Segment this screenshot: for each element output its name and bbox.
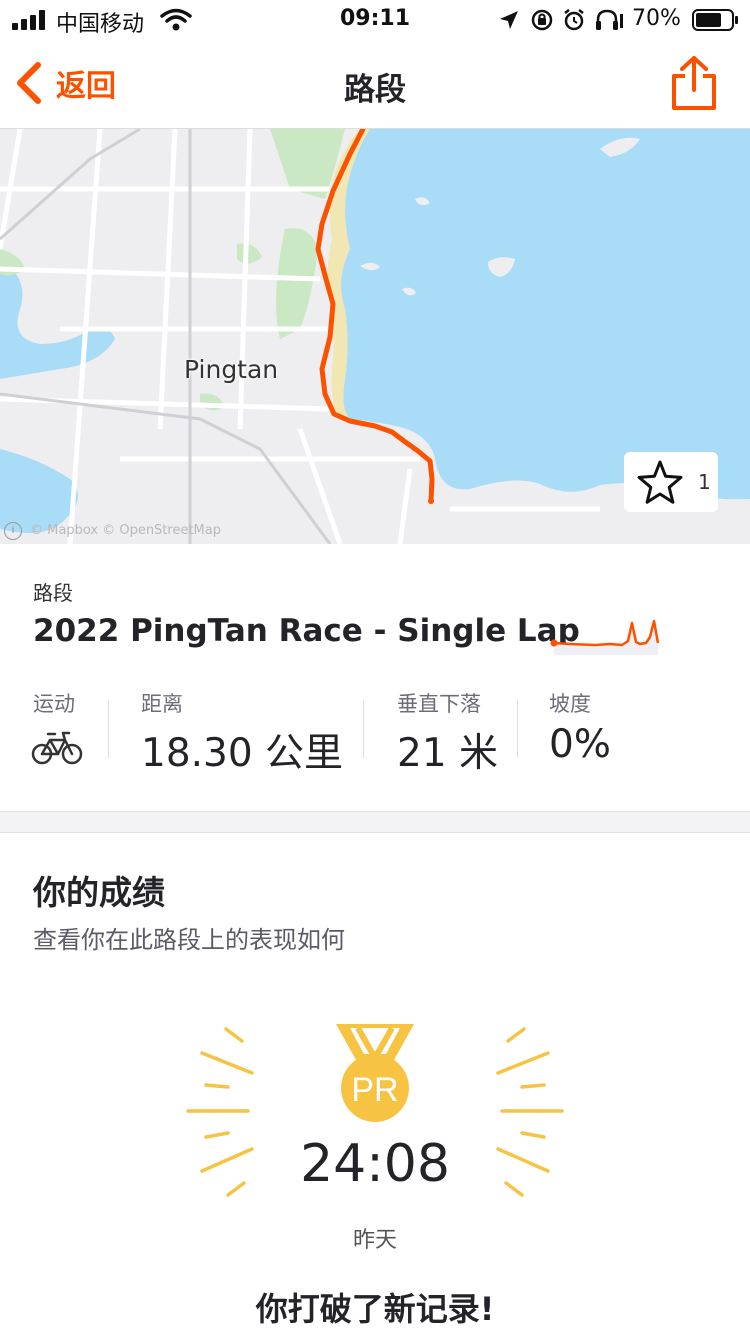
page-title: 路段 [344, 72, 406, 108]
star-icon [637, 460, 683, 504]
segment-map[interactable]: Pingtan i © Mapbox © OpenStreetMap 1 [0, 129, 750, 544]
elevation-profile [550, 619, 660, 655]
stat-sport-label: 运动 [33, 692, 75, 716]
star-count: 1 [698, 470, 711, 494]
stat-divider [517, 700, 518, 758]
results-title: 你的成绩 [33, 873, 165, 912]
stat-grade-label: 坡度 [549, 692, 591, 716]
stat-divider [108, 700, 109, 758]
pr-date: 昨天 [352, 1228, 397, 1253]
share-icon[interactable] [668, 54, 720, 112]
status-bar: 中国移动 09:11 70% [0, 0, 750, 40]
bike-icon [31, 731, 83, 765]
battery-percentage: 70% [632, 6, 681, 31]
star-segment-button[interactable]: 1 [624, 452, 718, 512]
alarm-icon [564, 9, 584, 31]
navigation-bar: 返回 路段 [0, 40, 750, 129]
pr-medal-icon: PR [336, 1024, 414, 1122]
stat-elevation-value: 21 米 [397, 731, 499, 776]
pr-message: 你打破了新记录! [255, 1290, 495, 1328]
segment-name: 2022 PingTan Race - Single Lap [33, 613, 580, 649]
pr-badge-text: PR [351, 1071, 398, 1109]
battery-icon [692, 9, 738, 31]
stat-elevation-label: 垂直下落 [397, 692, 481, 716]
location-arrow-icon [500, 11, 518, 29]
stat-grade-value: 0% [549, 722, 611, 767]
stat-distance-value: 18.30 公里 [141, 731, 344, 776]
map-city-label: Pingtan [184, 355, 279, 384]
section-separator [0, 811, 750, 833]
stat-divider [363, 700, 364, 758]
stat-distance-label: 距离 [141, 692, 183, 716]
mapbox-logo-icon[interactable]: i [4, 522, 22, 540]
pr-time: 24:08 [300, 1134, 450, 1194]
segment-type-label: 路段 [33, 581, 73, 605]
results-subtitle: 查看你在此路段上的表现如何 [33, 926, 345, 954]
headphones-icon [596, 9, 623, 30]
orientation-lock-icon [531, 9, 553, 31]
map-attribution[interactable]: © Mapbox © OpenStreetMap [30, 523, 221, 538]
